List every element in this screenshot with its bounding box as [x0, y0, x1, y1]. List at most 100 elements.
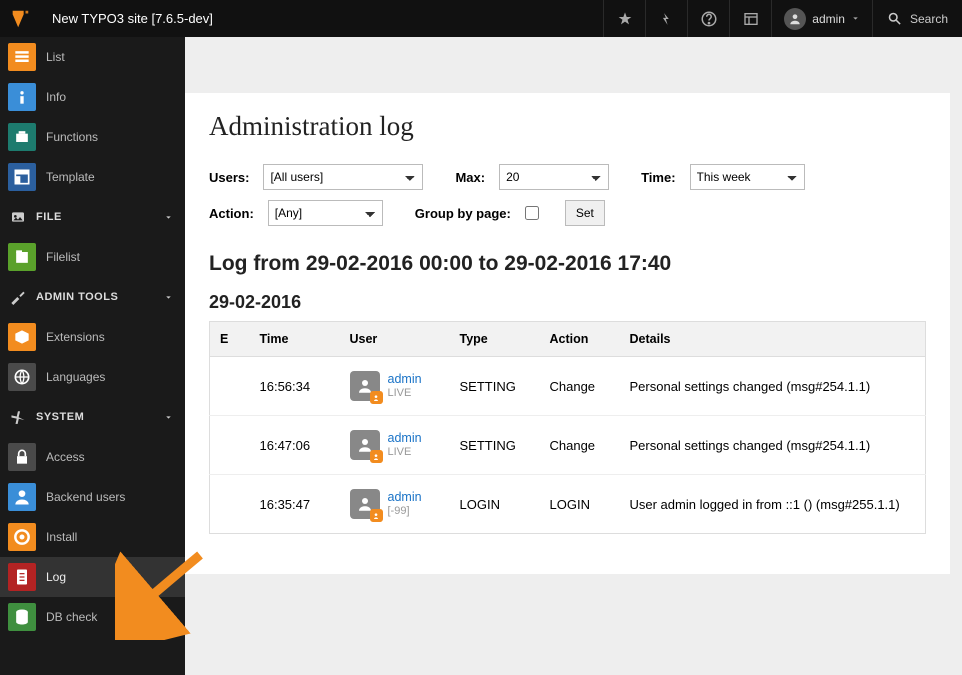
sidebar-item-install[interactable]: Install: [0, 517, 185, 557]
filter-users-label: Users:: [209, 170, 249, 185]
search-label: Search: [910, 12, 948, 26]
help-icon[interactable]: [687, 0, 729, 37]
cell-time: 16:47:06: [250, 416, 340, 475]
chevron-down-icon: [164, 293, 173, 302]
col-time: Time: [250, 322, 340, 357]
cell-details: Personal settings changed (msg#254.1.1): [620, 416, 926, 475]
sidebar-item-functions[interactable]: Functions: [0, 117, 185, 157]
bookmark-icon[interactable]: [603, 0, 645, 37]
cell-details: Personal settings changed (msg#254.1.1): [620, 357, 926, 416]
module-icon: [8, 83, 36, 111]
cell-user-workspace: [-99]: [388, 505, 422, 518]
cell-time: 16:56:34: [250, 357, 340, 416]
cell-action: Change: [540, 416, 620, 475]
sidebar-item-label: Extensions: [46, 330, 105, 344]
log-table: E Time User Type Action Details 16:56:34…: [209, 321, 926, 534]
page-title: Administration log: [209, 111, 926, 142]
table-row: 16:47:06 adminLIVE SETTINGChangePersonal s…: [210, 416, 926, 475]
filter-max-select[interactable]: 20: [499, 164, 609, 190]
user-avatar-icon: [350, 430, 380, 460]
module-icon: [8, 363, 36, 391]
cell-user-workspace: LIVE: [388, 446, 422, 459]
filter-time-label: Time:: [641, 170, 675, 185]
sidebar-item-languages[interactable]: Languages: [0, 357, 185, 397]
col-type: Type: [450, 322, 540, 357]
cell-user-name[interactable]: admin: [388, 372, 422, 387]
module-icon: [8, 443, 36, 471]
site-title: New TYPO3 site [7.6.5-dev]: [40, 0, 225, 37]
cell-action: Change: [540, 357, 620, 416]
table-row: 16:35:47admin[-99]LOGINLOGINUser admin l…: [210, 475, 926, 534]
cell-type: LOGIN: [450, 475, 540, 534]
user-avatar-icon: [350, 371, 380, 401]
filter-action-label: Action:: [209, 206, 254, 221]
cell-user-workspace: LIVE: [388, 387, 422, 400]
sidebar-item-label: List: [46, 50, 65, 64]
sidebar-item-filelist[interactable]: Filelist: [0, 237, 185, 277]
sidebar-item-label: Functions: [46, 130, 98, 144]
log-range-heading: Log from 29-02-2016 00:00 to 29-02-2016 …: [209, 252, 926, 276]
filter-time-select[interactable]: This week: [690, 164, 805, 190]
content-area: Administration log Users: [All users] Ma…: [185, 37, 962, 675]
module-icon: [8, 523, 36, 551]
cell-time: 16:35:47: [250, 475, 340, 534]
search-bar[interactable]: Search: [872, 0, 962, 37]
cache-icon[interactable]: [645, 0, 687, 37]
chevron-down-icon: [164, 213, 173, 222]
col-e: E: [210, 322, 250, 357]
col-user: User: [340, 322, 450, 357]
module-icon: [8, 123, 36, 151]
sidebar-item-label: Template: [46, 170, 95, 184]
sidebar-item-backend-users[interactable]: Backend users: [0, 477, 185, 517]
chevron-down-icon: [851, 14, 860, 23]
cell-action: LOGIN: [540, 475, 620, 534]
filter-action-select[interactable]: [Any]: [268, 200, 383, 226]
set-button[interactable]: Set: [565, 200, 605, 226]
cell-type: SETTING: [450, 416, 540, 475]
sidebar: ListInfoFunctionsTemplate FILE Filelist …: [0, 37, 185, 675]
typo3-logo[interactable]: [0, 0, 40, 37]
module-icon: [8, 243, 36, 271]
sidebar-item-label: Info: [46, 90, 66, 104]
col-details: Details: [620, 322, 926, 357]
sidebar-item-info[interactable]: Info: [0, 77, 185, 117]
sidebar-item-label: Filelist: [46, 250, 80, 264]
filter-users-select[interactable]: [All users]: [263, 164, 423, 190]
sidebar-item-label: DB check: [46, 610, 97, 624]
cell-user-name[interactable]: admin: [388, 431, 422, 446]
cell-type: SETTING: [450, 357, 540, 416]
cell-user-name[interactable]: admin: [388, 490, 422, 505]
table-row: 16:56:34 adminLIVE SETTINGChangePersonal s…: [210, 357, 926, 416]
topbar: New TYPO3 site [7.6.5-dev] admin Search: [0, 0, 962, 37]
sidebar-group-file[interactable]: FILE: [0, 197, 185, 237]
module-icon: [8, 483, 36, 511]
sidebar-item-list[interactable]: List: [0, 37, 185, 77]
sidebar-item-extensions[interactable]: Extensions: [0, 317, 185, 357]
chevron-down-icon: [164, 413, 173, 422]
sidebar-item-log[interactable]: Log: [0, 557, 185, 597]
sidebar-item-label: Languages: [46, 370, 105, 384]
search-icon: [887, 11, 902, 26]
sidebar-item-label: Backend users: [46, 490, 125, 504]
col-action: Action: [540, 322, 620, 357]
avatar-icon: [784, 8, 806, 30]
user-menu[interactable]: admin: [771, 0, 872, 37]
module-icon: [8, 603, 36, 631]
application-icon[interactable]: [729, 0, 771, 37]
filter-group-label: Group by page:: [415, 206, 511, 221]
sidebar-group-system[interactable]: SYSTEM: [0, 397, 185, 437]
module-icon: [8, 43, 36, 71]
log-date-heading: 29-02-2016: [209, 292, 926, 313]
filter-group-checkbox[interactable]: [525, 206, 539, 220]
sidebar-item-label: Access: [46, 450, 85, 464]
sidebar-item-access[interactable]: Access: [0, 437, 185, 477]
filter-row-1: Users: [All users] Max: 20 Time: This we…: [209, 164, 926, 190]
sidebar-item-template[interactable]: Template: [0, 157, 185, 197]
module-icon: [8, 323, 36, 351]
sidebar-item-label: Log: [46, 570, 66, 584]
user-avatar-icon: [350, 489, 380, 519]
sidebar-item-label: Install: [46, 530, 77, 544]
cell-details: User admin logged in from ::1 () (msg#25…: [620, 475, 926, 534]
sidebar-group-admin-tools[interactable]: ADMIN TOOLS: [0, 277, 185, 317]
sidebar-item-db-check[interactable]: DB check: [0, 597, 185, 637]
